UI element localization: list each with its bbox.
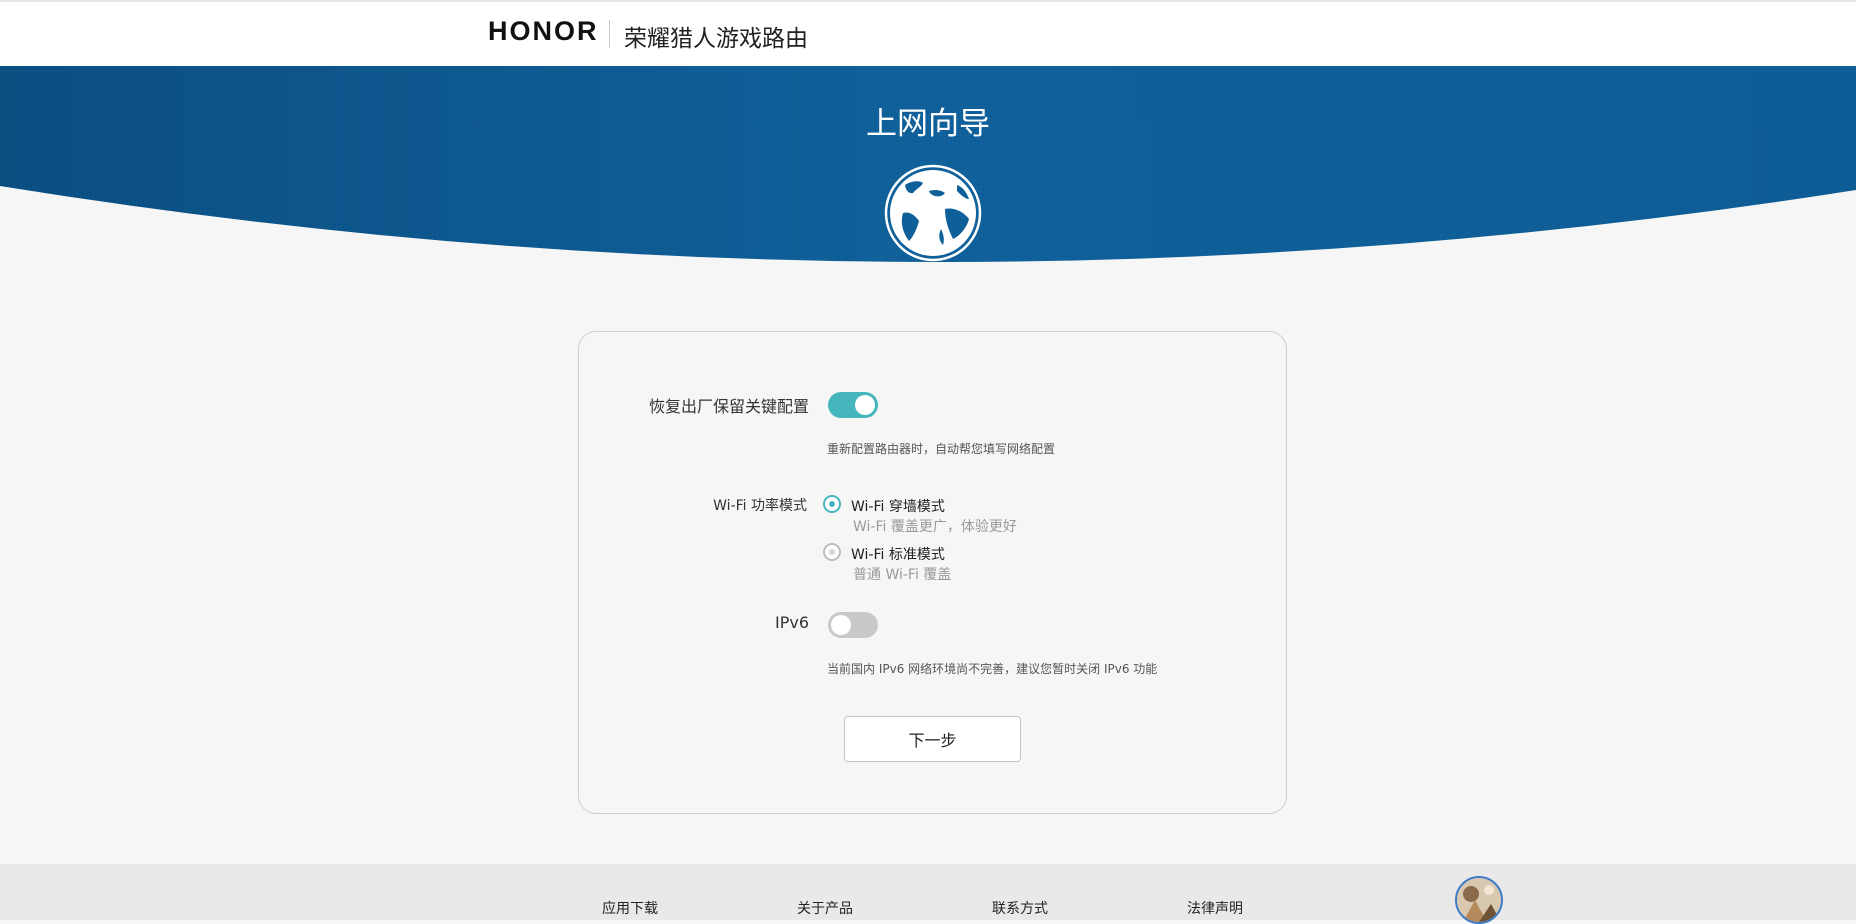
product-name: 荣耀猎人游戏路由 [624, 26, 808, 52]
toggle-knob [831, 615, 851, 635]
wifi-standard-mode-subtitle: 普通 Wi-Fi 覆盖 [853, 567, 952, 583]
wifi-wall-mode-radio[interactable] [823, 495, 841, 513]
toggle-knob [855, 395, 875, 415]
ipv6-toggle[interactable] [828, 612, 878, 638]
wifi-wall-mode-title[interactable]: Wi-Fi 穿墙模式 [851, 496, 945, 516]
restore-label: 恢复出厂保留关键配置 [648, 397, 809, 416]
footer: 应用下载 关于产品 联系方式 法律声明 [0, 864, 1856, 924]
brand-divider [609, 20, 610, 48]
footer-link-app-download[interactable]: 应用下载 [602, 898, 658, 918]
wifi-wall-mode-subtitle: Wi-Fi 覆盖更广，体验更好 [853, 519, 1017, 535]
footer-link-contact[interactable]: 联系方式 [992, 898, 1048, 918]
ipv6-hint: 当前国内 IPv6 网络环境尚不完善，建议您暂时关闭 IPv6 功能 [827, 662, 1158, 676]
honor-logo: HONOR [488, 16, 599, 46]
ipv6-label: IPv6 [774, 613, 809, 632]
footer-link-about-product[interactable]: 关于产品 [797, 898, 853, 918]
wizard-title: 上网向导 [866, 106, 990, 142]
restore-hint: 重新配置路由器时，自动帮您填写网络配置 [827, 442, 1056, 456]
wifi-mode-label: Wi-Fi 功率模式 [713, 498, 807, 514]
restore-toggle[interactable] [828, 392, 878, 418]
footer-link-legal[interactable]: 法律声明 [1187, 898, 1243, 918]
next-step-button[interactable]: 下一步 [844, 716, 1021, 762]
top-bar: HONOR 荣耀猎人游戏路由 [0, 0, 1856, 66]
avatar[interactable] [1455, 876, 1503, 924]
globe-icon [883, 163, 983, 263]
wifi-standard-mode-title[interactable]: Wi-Fi 标准模式 [851, 544, 945, 564]
settings-card: 恢复出厂保留关键配置 重新配置路由器时，自动帮您填写网络配置 Wi-Fi 功率模… [578, 331, 1287, 814]
wifi-standard-mode-radio[interactable] [823, 543, 841, 561]
